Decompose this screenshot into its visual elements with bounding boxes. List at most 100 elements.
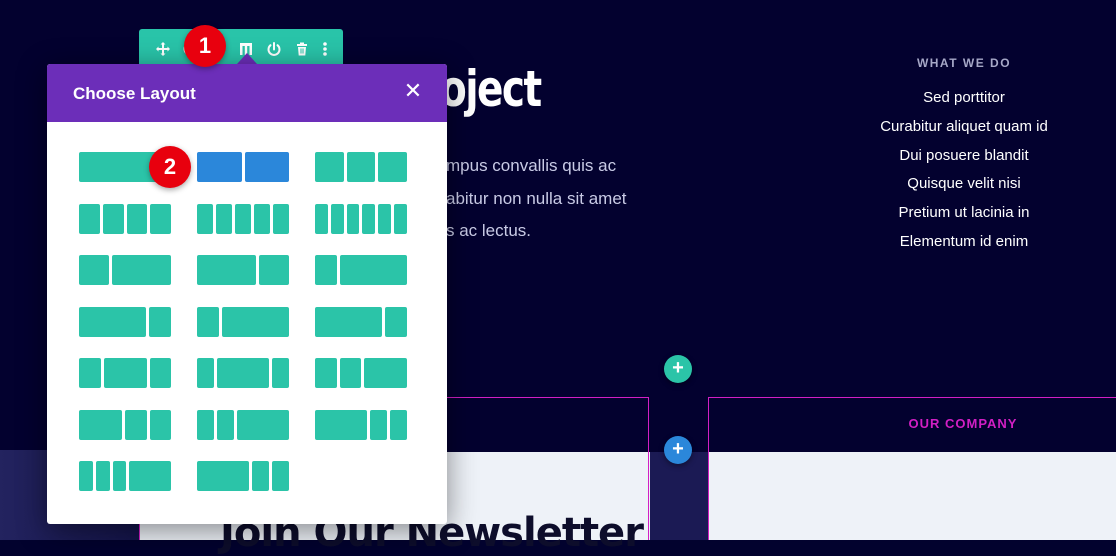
layout-column-segment bbox=[339, 358, 361, 388]
layout-column-segment bbox=[149, 358, 171, 388]
layout-option[interactable] bbox=[197, 358, 289, 388]
modal-title: Choose Layout bbox=[73, 84, 196, 103]
layout-option[interactable] bbox=[197, 255, 289, 285]
layout-column-segment bbox=[244, 152, 289, 182]
layout-column-segment bbox=[340, 255, 407, 285]
layout-column-segment bbox=[235, 203, 251, 234]
column-gutter bbox=[650, 452, 708, 540]
what-we-do-title: WHAT WE DO bbox=[916, 56, 1012, 70]
layout-column-segment bbox=[79, 409, 122, 440]
layout-column-segment bbox=[271, 461, 289, 491]
close-icon[interactable]: ✕ bbox=[403, 80, 423, 102]
layout-column-segment bbox=[251, 461, 269, 491]
layout-column-segment bbox=[102, 203, 124, 234]
what-we-do-link[interactable]: Dui posuere blandit bbox=[834, 144, 1094, 173]
what-we-do-link[interactable]: Quisque velit nisi bbox=[834, 172, 1094, 201]
layout-column-segment bbox=[217, 358, 269, 388]
layout-option[interactable] bbox=[315, 203, 407, 234]
layout-column-segment bbox=[125, 409, 147, 440]
layout-option[interactable] bbox=[79, 409, 171, 440]
layout-column-segment bbox=[197, 255, 257, 285]
what-we-do-link[interactable]: Curabitur aliquet quam id bbox=[834, 115, 1094, 144]
layout-column-segment bbox=[149, 409, 171, 440]
layout-option[interactable] bbox=[315, 306, 407, 337]
layout-column-segment bbox=[237, 409, 289, 440]
layout-column-segment bbox=[394, 203, 407, 234]
layout-column-segment bbox=[126, 203, 148, 234]
layout-column-segment bbox=[216, 203, 232, 234]
layout-option[interactable] bbox=[315, 152, 407, 182]
move-icon[interactable] bbox=[154, 40, 172, 58]
layout-option[interactable] bbox=[315, 409, 407, 440]
layout-option[interactable] bbox=[197, 461, 289, 491]
step-badge-1: 1 bbox=[184, 25, 226, 67]
layout-option[interactable] bbox=[79, 255, 171, 285]
modal-header: Choose Layout ✕ bbox=[47, 64, 447, 122]
layout-column-segment bbox=[389, 409, 407, 440]
layout-column-segment bbox=[254, 203, 270, 234]
layout-option[interactable] bbox=[79, 461, 171, 491]
layout-option[interactable] bbox=[197, 306, 289, 337]
layout-column-segment bbox=[378, 152, 407, 182]
layout-column-segment bbox=[315, 255, 338, 285]
more-icon[interactable] bbox=[316, 40, 334, 58]
layout-column-segment bbox=[197, 358, 215, 388]
layout-option[interactable] bbox=[79, 358, 171, 388]
layout-column-segment bbox=[315, 358, 337, 388]
layout-column-segment bbox=[271, 358, 289, 388]
what-we-do-list: Sed porttitor Curabitur aliquet quam id … bbox=[834, 86, 1094, 259]
layout-column-segment bbox=[197, 152, 242, 182]
layout-column-segment bbox=[112, 461, 127, 491]
choose-layout-modal: Choose Layout ✕ bbox=[47, 64, 447, 524]
layout-column-segment bbox=[315, 409, 367, 440]
layout-column-segment bbox=[197, 203, 213, 234]
layout-column-segment bbox=[315, 306, 382, 337]
layout-option[interactable] bbox=[79, 203, 171, 234]
layout-column-segment bbox=[129, 461, 171, 491]
step-badge-2: 2 bbox=[149, 146, 191, 188]
layout-column-segment bbox=[111, 255, 171, 285]
what-we-do-link[interactable]: Sed porttitor bbox=[834, 86, 1094, 115]
layout-column-segment bbox=[148, 306, 171, 337]
add-row-button[interactable]: + bbox=[664, 355, 692, 383]
layout-column-segment bbox=[346, 152, 376, 182]
layout-option[interactable] bbox=[315, 358, 407, 388]
layout-column-segment bbox=[222, 306, 289, 337]
hero-text-line-3[interactable]: s ac lectus. bbox=[446, 221, 531, 241]
layout-column-segment bbox=[150, 203, 171, 234]
layout-column-segment bbox=[79, 306, 146, 337]
layout-column-segment bbox=[364, 358, 407, 388]
hero-text-line-2[interactable]: abitur non nulla sit amet bbox=[446, 189, 627, 209]
layout-column-segment bbox=[378, 203, 392, 234]
what-we-do-link[interactable]: Pretium ut lacinia in bbox=[834, 201, 1094, 230]
hero-text-line-1[interactable]: mpus convallis quis ac bbox=[446, 156, 616, 176]
layout-column-segment bbox=[259, 255, 289, 285]
layout-option[interactable] bbox=[79, 306, 171, 337]
layout-column-segment bbox=[330, 203, 344, 234]
layout-column-segment bbox=[384, 306, 407, 337]
hero-title[interactable]: oject bbox=[440, 60, 542, 118]
trash-icon[interactable] bbox=[293, 40, 311, 58]
layout-column-segment bbox=[273, 203, 289, 234]
layout-column-segment bbox=[95, 461, 110, 491]
toolbar-pointer bbox=[237, 53, 257, 64]
layout-option[interactable] bbox=[197, 152, 289, 182]
layout-column-segment bbox=[217, 409, 235, 440]
layout-option[interactable] bbox=[315, 255, 407, 285]
power-icon[interactable] bbox=[265, 40, 283, 58]
layout-column-segment bbox=[369, 409, 387, 440]
layout-column-segment bbox=[315, 152, 344, 182]
our-company-label: OUR COMPANY bbox=[908, 416, 1018, 431]
add-module-button[interactable]: + bbox=[664, 436, 692, 464]
layout-column-segment bbox=[197, 409, 215, 440]
what-we-do-link[interactable]: Elementum id enim bbox=[834, 230, 1094, 259]
layout-column-segment bbox=[197, 461, 249, 491]
layout-column-segment bbox=[79, 358, 101, 388]
layout-option[interactable] bbox=[197, 409, 289, 440]
layout-column-segment bbox=[315, 203, 328, 234]
layout-column-segment bbox=[346, 203, 360, 234]
layout-column-segment bbox=[197, 306, 220, 337]
layout-column-segment bbox=[103, 358, 147, 388]
layout-column-segment bbox=[362, 203, 376, 234]
layout-option[interactable] bbox=[197, 203, 289, 234]
